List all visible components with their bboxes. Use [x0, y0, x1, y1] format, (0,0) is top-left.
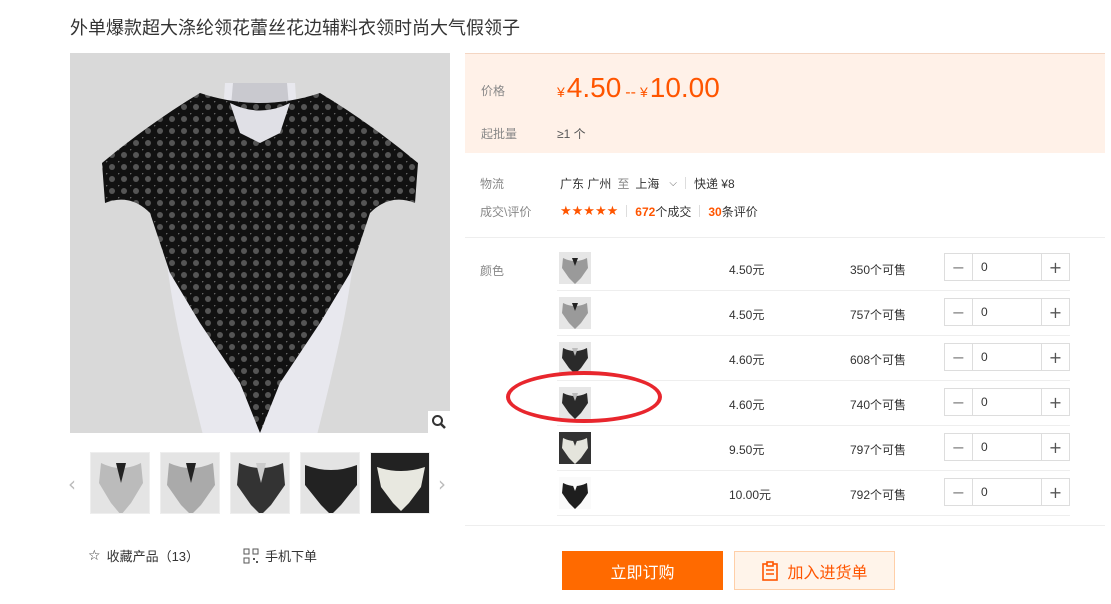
- thumbnail[interactable]: [370, 452, 430, 514]
- price-min: 4.50: [566, 72, 622, 103]
- quantity-stepper: −0 +: [944, 433, 1070, 461]
- sku-thumbnail[interactable]: [559, 297, 591, 329]
- increment-button[interactable]: +: [1041, 254, 1069, 280]
- sku-stock: 757个可售: [850, 308, 907, 322]
- product-title: 外单爆款超大涤纶领花蕾丝花边辅料衣领时尚大气假领子: [70, 18, 520, 38]
- sku-thumbnail[interactable]: [559, 342, 591, 374]
- moq-label: 起批量: [481, 127, 518, 141]
- logistics-section: 物流 广东 广州 至 上海 ⌵ 快递 ¥8 成交\评价 ★★★★★ 672个成交…: [480, 175, 1105, 225]
- shipping-route: 广东 广州 至 上海 ⌵: [560, 175, 677, 192]
- price-label: 价格: [481, 84, 506, 98]
- favorite-label: 收藏产品（13）: [106, 549, 200, 564]
- thumbnail[interactable]: [90, 452, 150, 514]
- qr-code-icon: [243, 548, 259, 563]
- increment-button[interactable]: +: [1041, 389, 1069, 415]
- sku-price: 4.60元: [729, 398, 765, 412]
- logistics-label: 物流: [480, 176, 505, 191]
- chevron-down-icon: ⌵: [669, 177, 677, 189]
- main-product-image[interactable]: [70, 53, 450, 433]
- sku-thumbnail[interactable]: [559, 477, 591, 509]
- quantity-input[interactable]: 0: [973, 479, 1041, 505]
- increment-button[interactable]: +: [1041, 299, 1069, 325]
- increment-button[interactable]: +: [1041, 479, 1069, 505]
- star-outline-icon: ☆: [88, 547, 101, 564]
- quantity-input[interactable]: 0: [973, 344, 1041, 370]
- ship-from: 广东 广州: [560, 176, 612, 191]
- color-label: 颜色: [480, 264, 505, 278]
- thumbnail-strip: ‹ ›: [68, 452, 450, 516]
- sku-row: 4.50元 350个可售 −0 +: [557, 246, 1070, 291]
- sku-price: 4.50元: [729, 263, 765, 277]
- clipboard-icon: [762, 560, 779, 581]
- sku-row: 9.50元 797个可售 −0 +: [557, 426, 1070, 471]
- sku-price: 4.50元: [729, 308, 765, 322]
- quantity-stepper: −0 +: [944, 298, 1070, 326]
- sku-price: 10.00元: [729, 488, 772, 502]
- add-to-cart-label: 加入进货单: [787, 564, 868, 582]
- sku-row: 4.50元 757个可售 −0 +: [557, 291, 1070, 336]
- sku-row: 4.60元 608个可售 −0 +: [557, 336, 1070, 381]
- decrement-button[interactable]: −: [945, 344, 973, 370]
- sku-stock: 740个可售: [850, 398, 907, 412]
- mobile-order-link[interactable]: 手机下单: [243, 546, 317, 565]
- sku-stock: 350个可售: [850, 263, 907, 277]
- quantity-stepper: −0 +: [944, 343, 1070, 371]
- reviews-count[interactable]: 30条评价: [708, 203, 757, 220]
- thumbnail[interactable]: [160, 452, 220, 514]
- moq-value: ≥1 个: [557, 127, 586, 141]
- product-meta-actions: ☆ 收藏产品（13） 手机下单: [88, 546, 317, 565]
- sku-stock: 797个可售: [850, 443, 907, 457]
- sku-thumbnail[interactable]: [559, 252, 591, 284]
- thumbnail[interactable]: [230, 452, 290, 514]
- increment-button[interactable]: +: [1041, 344, 1069, 370]
- lace-collar-graphic: [102, 93, 418, 433]
- rating-stars: ★★★★★: [560, 203, 619, 219]
- sku-row: 10.00元 792个可售 −0 +: [557, 471, 1070, 516]
- sku-price: 9.50元: [729, 443, 765, 457]
- quantity-input[interactable]: 0: [973, 254, 1041, 280]
- price-range: ¥ 4.50 -- ¥ 10.00: [557, 72, 720, 103]
- sku-thumbnail[interactable]: [559, 432, 591, 464]
- favorite-product-link[interactable]: ☆ 收藏产品（13）: [88, 546, 199, 565]
- reviews-label: 成交\评价: [480, 204, 532, 219]
- buy-now-button[interactable]: 立即订购: [562, 551, 723, 590]
- quantity-stepper: −0 +: [944, 388, 1070, 416]
- quantity-input[interactable]: 0: [973, 299, 1041, 325]
- highlight-circle: [506, 371, 662, 423]
- mobile-order-label: 手机下单: [265, 549, 318, 564]
- chevron-left-icon[interactable]: ‹: [68, 472, 76, 496]
- chevron-right-icon[interactable]: ›: [438, 472, 446, 496]
- decrement-button[interactable]: −: [945, 479, 973, 505]
- decrement-button[interactable]: −: [945, 434, 973, 460]
- add-to-cart-button[interactable]: 加入进货单: [734, 551, 895, 590]
- decrement-button[interactable]: −: [945, 254, 973, 280]
- increment-button[interactable]: +: [1041, 434, 1069, 460]
- sku-stock: 608个可售: [850, 353, 907, 367]
- quantity-stepper: −0 +: [944, 253, 1070, 281]
- quantity-input[interactable]: 0: [973, 389, 1041, 415]
- decrement-button[interactable]: −: [945, 389, 973, 415]
- shipping-fee: 快递 ¥8: [693, 176, 735, 191]
- thumbnail[interactable]: [300, 452, 360, 514]
- quantity-stepper: −0 +: [944, 478, 1070, 506]
- deals-count[interactable]: 672个成交: [635, 203, 691, 220]
- price-max: 10.00: [649, 72, 720, 103]
- decrement-button[interactable]: −: [945, 299, 973, 325]
- ship-to-select[interactable]: 上海 ⌵: [635, 175, 677, 192]
- zoom-icon[interactable]: [428, 411, 450, 433]
- price-box: 价格 ¥ 4.50 -- ¥ 10.00 起批量 ≥1 个: [465, 53, 1105, 153]
- sku-price: 4.60元: [729, 353, 765, 367]
- quantity-input[interactable]: 0: [973, 434, 1041, 460]
- sku-stock: 792个可售: [850, 488, 907, 502]
